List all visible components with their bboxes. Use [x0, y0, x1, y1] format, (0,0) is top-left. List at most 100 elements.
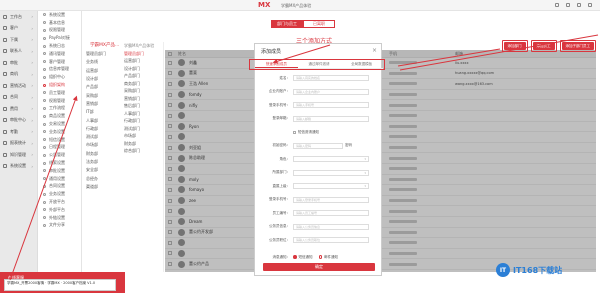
subnav-item[interactable]: 通讯管理 [38, 50, 81, 58]
dept-item[interactable]: 产品部门 [120, 73, 163, 81]
dept-item[interactable]: 测试部门 [120, 125, 163, 133]
tab-resigned[interactable]: 已离职 [303, 20, 335, 28]
nav-item[interactable]: 联系人 › [0, 46, 37, 58]
dept-item[interactable]: 人事部门 [120, 110, 163, 118]
subnav-item[interactable]: 交易设置 [38, 120, 81, 128]
tree-item[interactable]: 安全部 [82, 166, 120, 174]
subnav-item[interactable]: 系统设置 [38, 11, 81, 19]
tree-item[interactable]: 运营部 [82, 67, 120, 75]
nav-item[interactable]: 合同 › [0, 92, 37, 104]
subnav-item[interactable]: 公告管理 [38, 151, 81, 159]
nav-item[interactable]: 系统设置 › [0, 161, 37, 173]
sms-invite-checkbox[interactable]: 短信邀请通知 [293, 130, 319, 135]
subnav-item[interactable]: 权限管理 [38, 27, 81, 35]
tree-item[interactable]: 采购部 [82, 91, 120, 99]
help-icon[interactable] [566, 3, 570, 7]
radio-icon [293, 255, 297, 259]
settings-icon[interactable] [577, 3, 581, 7]
tree-item[interactable]: 产品部 [82, 83, 120, 91]
subnav-item[interactable]: 文件分享 [38, 222, 81, 230]
add-employee-button[interactable]: 添加员工 [532, 42, 555, 50]
tree-item[interactable]: 行政部 [82, 125, 120, 133]
field-input[interactable]: 请输入真实的姓名 [293, 75, 369, 81]
confirm-button[interactable]: 确定 [263, 263, 375, 271]
tree-item[interactable]: 管理员部门 [82, 50, 120, 58]
tree-item[interactable]: 业务线 [82, 58, 120, 66]
subnav-item[interactable]: 权限管理 [38, 97, 81, 105]
field-input[interactable]: 请输入密码 [293, 142, 343, 149]
dept-item[interactable]: 采购部门 [120, 88, 163, 96]
subnav-item[interactable]: 业务设置 [38, 190, 81, 198]
nav-item[interactable]: 费用 › [0, 103, 37, 115]
subnav-item[interactable]: 日程管理 [38, 144, 81, 152]
nav-item[interactable]: 客户 › [0, 23, 37, 35]
field-input[interactable]: 请输入登录手机号 [293, 196, 369, 203]
dept-item[interactable]: 商务部门 [120, 80, 163, 88]
subnav-item[interactable]: 开放平台 [38, 198, 81, 206]
tree-item[interactable]: 财务部 [82, 150, 120, 158]
tree-item[interactable]: 设计部 [82, 75, 120, 83]
tree-item[interactable]: 营销部 [82, 100, 120, 108]
tree-item[interactable]: 总经办 [82, 174, 120, 182]
nav-item[interactable]: 报表统计 › [0, 138, 37, 150]
dept-item[interactable]: 设计部门 [120, 65, 163, 73]
subnav-item[interactable]: 客户管理 [38, 58, 81, 66]
subnav-item[interactable]: 审批设置 [38, 167, 81, 175]
close-icon[interactable]: × [372, 47, 377, 54]
notify-email[interactable]: 邮件通知 [318, 255, 338, 260]
field-select[interactable]: ▾ [293, 156, 369, 162]
add-sub-employee-button[interactable]: 添加子部门员工 [561, 42, 594, 50]
subnav-item[interactable]: 线索设置 [38, 159, 81, 167]
tree-item[interactable]: 市场部 [82, 141, 120, 149]
subnav-item[interactable]: 业务设置 [38, 128, 81, 136]
notify-sms[interactable]: 短信通知 [293, 255, 313, 260]
subnav-item[interactable]: 员工管理 [38, 89, 81, 97]
field-input[interactable]: 请输入公务员信息 [293, 223, 369, 230]
nav-item[interactable]: 知识管理 › [0, 149, 37, 161]
user-icon[interactable] [588, 3, 592, 7]
field-select[interactable]: ▾ [293, 169, 369, 176]
subnav-item[interactable]: 组织中心 [38, 73, 81, 81]
field-input[interactable]: 请输入邮箱 [293, 115, 369, 122]
dept-item[interactable]: 财务部 [120, 140, 163, 148]
dept-item[interactable]: 市场部 [120, 133, 163, 141]
subnav-item[interactable]: 商品设置 [38, 112, 81, 120]
nav-item[interactable]: 营销活动 › [0, 80, 37, 92]
subnav-item[interactable]: 基本信息 [38, 19, 81, 27]
field-input[interactable]: 请输入公务员职位 [293, 237, 369, 243]
notification-icon[interactable] [555, 3, 559, 7]
dept-item[interactable]: 运营部门 [120, 58, 163, 66]
nav-item[interactable]: 工作台 › [0, 11, 37, 23]
nav-item[interactable]: 下属 › [0, 34, 37, 46]
field-input[interactable]: 请输入手机号 [293, 102, 369, 108]
subnav-item[interactable]: 外部平台 [38, 206, 81, 214]
subnav-item[interactable]: 信息库管理 [38, 66, 81, 74]
subnav-item[interactable]: PayPal对接 [38, 34, 81, 42]
dept-item[interactable]: 营销部门 [120, 95, 163, 103]
dept-item[interactable]: 售后部门 [120, 103, 163, 111]
field-input[interactable]: 请输入员工编号 [293, 210, 369, 216]
subnav-item[interactable]: 短信设置 [38, 136, 81, 144]
field-input[interactable]: 请输入企业内账户 [293, 88, 369, 95]
dept-item[interactable]: 综合部门 [120, 148, 163, 156]
tree-item[interactable]: 法务部 [82, 158, 120, 166]
nav-item[interactable]: 审批中心 › [0, 115, 37, 127]
subnav-item[interactable]: 工作流程 [38, 105, 81, 113]
tree-item[interactable]: IT部 [82, 108, 120, 116]
dept-item[interactable]: 行政部门 [120, 118, 163, 126]
tree-item[interactable]: 测试部 [82, 133, 120, 141]
nav-item[interactable]: 商机 › [0, 69, 37, 81]
subnav-item[interactable]: 组织架构 [38, 81, 81, 89]
add-dept-button[interactable]: 添加部门 [503, 42, 526, 50]
field-select[interactable]: ▾ [293, 183, 369, 189]
dept-item[interactable]: 管理员部门 [120, 50, 163, 58]
subnav-item[interactable]: 外链设置 [38, 214, 81, 222]
tab-dept-employees[interactable]: 部门与员工 [271, 20, 303, 28]
subnav-item[interactable]: 通用设置 [38, 175, 81, 183]
subnav-item[interactable]: 系统日志 [38, 42, 81, 50]
nav-item[interactable]: 考勤 › [0, 126, 37, 138]
tree-item[interactable]: 渠道部 [82, 183, 120, 191]
nav-item[interactable]: 审批 › [0, 57, 37, 69]
subnav-item[interactable]: 合同设置 [38, 183, 81, 191]
tree-item[interactable]: 人事部 [82, 116, 120, 124]
